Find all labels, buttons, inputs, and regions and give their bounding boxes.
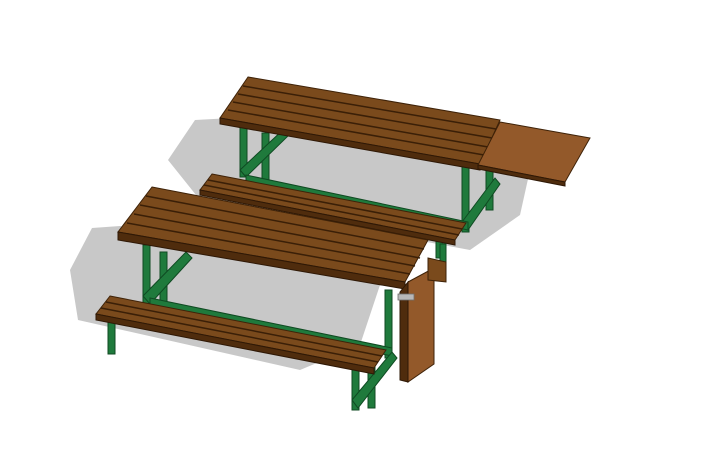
3d-viewport[interactable] <box>0 0 725 453</box>
hinge-bracket <box>397 293 415 301</box>
frame-leg <box>439 243 447 263</box>
hinge-support <box>427 257 447 283</box>
picnic-tables-render <box>70 76 591 411</box>
folded-leaf-panel <box>407 267 435 383</box>
